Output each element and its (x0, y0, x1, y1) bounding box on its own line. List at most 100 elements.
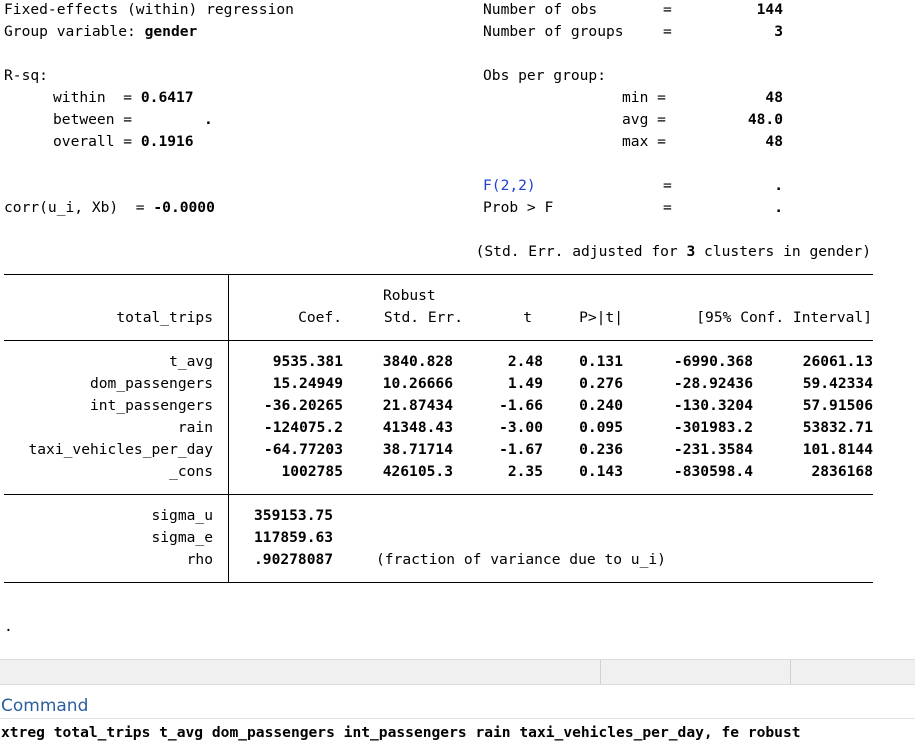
ngroups-label: Number of groups (483, 23, 624, 40)
row-var: t_avg (169, 353, 213, 370)
row-var: taxi_vehicles_per_day (28, 441, 213, 458)
stderr-note: (Std. Err. adjusted for 3 clusters in ge… (380, 241, 871, 263)
sigma-e-label: sigma_e (151, 529, 213, 546)
prompt-dot: . (4, 618, 13, 635)
nobs-label: Number of obs (483, 1, 598, 18)
command-pane: Command (0, 685, 915, 747)
group-var: gender (144, 23, 198, 40)
table-bottom-rule (4, 582, 873, 583)
col-t: t (523, 309, 532, 326)
rsq-overall-line: overall = 0.1916 (53, 131, 194, 153)
row-coef: 15.24949 (272, 375, 343, 392)
row-ci-low: -6990.368 (673, 353, 753, 370)
row-ci-high: 57.91506 (802, 397, 873, 414)
sigma-u-value: 359153.75 (254, 507, 334, 524)
row-p: 0.131 (579, 353, 623, 370)
row-p: 0.236 (579, 441, 623, 458)
command-title: Command (1, 696, 89, 716)
row-ci-low: -830598.4 (673, 463, 753, 480)
avg-label: avg = (622, 111, 666, 128)
command-input[interactable] (0, 719, 915, 745)
sigma-u-label: sigma_u (151, 507, 213, 524)
rho-label: rho (186, 551, 213, 568)
row-ci-high: 2836168 (811, 463, 873, 480)
rho-value: .90278087 (254, 551, 334, 568)
row-coef: -124075.2 (263, 419, 343, 436)
row-t: 2.35 (507, 463, 543, 480)
rsq-within-label: within = (53, 89, 141, 106)
row-var: rain (177, 419, 213, 436)
row-se: 21.87434 (382, 397, 453, 414)
table-body-rule (4, 494, 873, 495)
f-eq: = (663, 177, 672, 194)
rsq-between-value: . (204, 111, 213, 128)
row-ci-low: -28.92436 (673, 375, 753, 392)
prob-label: Prob > F (483, 199, 554, 216)
col-coef: Coef. (298, 309, 342, 326)
rsq-overall-value: 0.1916 (140, 133, 194, 150)
rsq-label: R-sq: (4, 67, 48, 84)
sigma-e-value: 117859.63 (254, 529, 334, 546)
row-se: 41348.43 (382, 419, 453, 436)
table-divider (228, 274, 229, 583)
row-p: 0.276 (579, 375, 623, 392)
stderr-note-pre: (Std. Err. adjusted for (475, 243, 687, 260)
corr-line: corr(u_i, Xb) = -0.0000 (4, 197, 215, 219)
prob-eq: = (663, 199, 672, 216)
row-p: 0.143 (579, 463, 623, 480)
row-t: 1.49 (507, 375, 543, 392)
max-label: max = (622, 133, 666, 150)
row-t: -1.67 (499, 441, 543, 458)
corr-value: -0.0000 (153, 199, 215, 216)
table-header-rule (4, 340, 873, 341)
row-se: 426105.3 (382, 463, 453, 480)
row-coef: -64.77203 (263, 441, 343, 458)
results-window[interactable]: Fixed-effects (within) regression Number… (0, 0, 915, 660)
col-ci: [95% Conf. Interval] (696, 309, 872, 326)
row-ci-high: 101.8144 (802, 441, 873, 458)
row-se: 38.71714 (382, 441, 453, 458)
ngroups-value: 3 (774, 23, 783, 40)
row-ci-low: -231.3584 (673, 441, 753, 458)
table-top-rule (4, 274, 873, 275)
min-value: 48 (765, 89, 783, 106)
status-bar (0, 659, 915, 685)
row-t: -3.00 (499, 419, 543, 436)
row-se: 10.26666 (382, 375, 453, 392)
model-title: Fixed-effects (within) regression (4, 1, 294, 18)
row-var: _cons (169, 463, 213, 480)
f-test-link[interactable]: F(2,2) (483, 175, 536, 197)
row-coef: 1002785 (281, 463, 343, 480)
rsq-within-value: 0.6417 (140, 89, 194, 106)
row-ci-high: 26061.13 (802, 353, 873, 370)
row-var: int_passengers (89, 397, 213, 414)
corr-label: corr(u_i, Xb) = (4, 199, 154, 216)
row-ci-low: -301983.2 (673, 419, 753, 436)
stderr-note-post: clusters in gender) (695, 243, 871, 260)
row-p: 0.095 (579, 419, 623, 436)
rsq-within-line: within = 0.6417 (53, 87, 194, 109)
row-t: 2.48 (507, 353, 543, 370)
stderr-note-num: 3 (686, 243, 696, 260)
nobs-eq: = (663, 1, 672, 18)
row-t: -1.66 (499, 397, 543, 414)
depvar-label: total_trips (116, 309, 213, 326)
nobs-value: 144 (756, 1, 783, 18)
rsq-between-label: between = (53, 111, 133, 128)
group-label: Group variable: (4, 23, 145, 40)
row-ci-high: 59.42334 (802, 375, 873, 392)
col-robust: Robust (383, 287, 436, 304)
group-line: Group variable: gender (4, 21, 197, 43)
prob-value: . (774, 199, 783, 216)
row-var: dom_passengers (89, 375, 213, 392)
max-value: 48 (765, 133, 783, 150)
rsq-overall-label: overall = (53, 133, 141, 150)
col-p: P>|t| (579, 309, 623, 326)
row-ci-low: -130.3204 (673, 397, 753, 414)
row-coef: -36.20265 (263, 397, 343, 414)
row-coef: 9535.381 (272, 353, 343, 370)
col-stderr: Std. Err. (383, 309, 463, 326)
ngroups-eq: = (663, 23, 672, 40)
status-divider (600, 660, 601, 684)
status-divider (790, 660, 791, 684)
